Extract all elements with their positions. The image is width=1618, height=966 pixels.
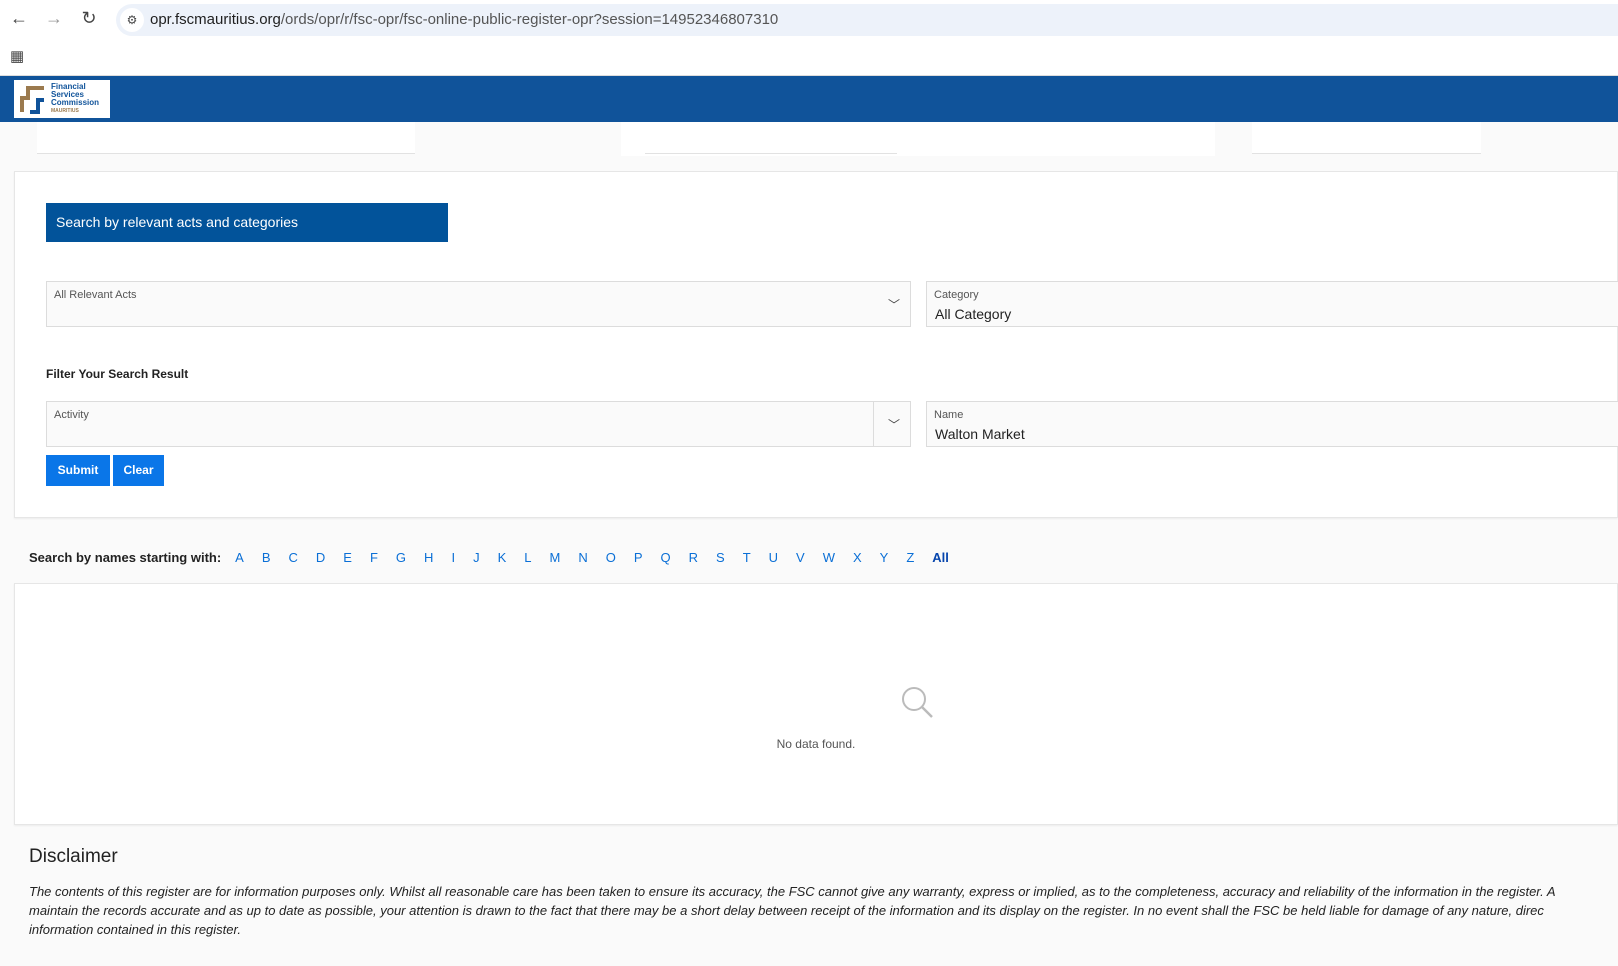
search-icon <box>901 686 935 720</box>
letter-u[interactable]: U <box>769 550 778 565</box>
url-path: /ords/opr/r/fsc-opr/fsc-online-public-re… <box>281 11 778 28</box>
url-host: opr.fscmauritius.org <box>150 11 281 28</box>
letter-o[interactable]: O <box>606 550 616 565</box>
letter-p[interactable]: P <box>634 550 643 565</box>
browser-toolbar: ← → ↻ ⚙ opr.fscmauritius.org/ords/opr/r/… <box>0 0 1618 75</box>
submit-button[interactable]: Submit <box>46 455 110 486</box>
disclaimer-text: maintain the records accurate and as up … <box>29 903 1544 918</box>
divider <box>873 402 874 446</box>
activity-select[interactable]: Activity ﹀ <box>46 401 911 447</box>
results-region: No data found. <box>14 583 1618 825</box>
fsc-logo-mark-icon <box>18 84 48 114</box>
letter-y[interactable]: Y <box>880 550 889 565</box>
fsc-logo[interactable]: FinancialServicesCommissionMAURITIUS <box>14 80 110 118</box>
summary-card <box>645 122 897 154</box>
letter-i[interactable]: I <box>451 550 455 565</box>
disclaimer-text: information contained in this register. <box>29 922 241 937</box>
letter-v[interactable]: V <box>796 550 805 565</box>
no-data-message: No data found. <box>15 737 1617 751</box>
name-input[interactable]: Name Walton Market <box>926 401 1618 447</box>
letter-f[interactable]: F <box>370 550 378 565</box>
letter-d[interactable]: D <box>316 550 325 565</box>
letter-t[interactable]: T <box>743 550 751 565</box>
letter-m[interactable]: M <box>549 550 560 565</box>
letter-s[interactable]: S <box>716 550 725 565</box>
letter-j[interactable]: J <box>473 550 480 565</box>
name-value: Walton Market <box>935 426 1025 442</box>
chevron-down-icon[interactable]: ﹀ <box>888 416 900 433</box>
letter-r[interactable]: R <box>689 550 698 565</box>
filter-title: Filter Your Search Result <box>46 367 188 381</box>
search-banner: Search by relevant acts and categories <box>46 203 448 242</box>
activity-label: Activity <box>54 409 89 421</box>
alphabet-label: Search by names starting with: <box>29 550 221 565</box>
category-select[interactable]: Category All Category <box>926 281 1618 327</box>
logo-text: FinancialServicesCommissionMAURITIUS <box>51 83 99 115</box>
clear-button[interactable]: Clear <box>113 455 164 486</box>
relevant-acts-label: All Relevant Acts <box>54 289 137 301</box>
back-icon[interactable]: ← <box>8 8 30 29</box>
apps-grid-icon[interactable]: ▦ <box>10 47 24 65</box>
letter-b[interactable]: B <box>262 550 271 565</box>
site-settings-icon[interactable]: ⚙ <box>120 8 144 32</box>
letter-k[interactable]: K <box>498 550 507 565</box>
summary-card <box>37 122 415 154</box>
forward-icon[interactable]: → <box>43 8 65 29</box>
letter-all[interactable]: All <box>932 550 949 565</box>
search-region: Search by relevant acts and categories A… <box>14 171 1618 518</box>
disclaimer-text: The contents of this register are for in… <box>29 884 1556 899</box>
summary-card <box>1252 122 1481 154</box>
disclaimer-title: Disclaimer <box>29 846 118 868</box>
letter-q[interactable]: Q <box>661 550 671 565</box>
letter-h[interactable]: H <box>424 550 433 565</box>
category-label: Category <box>934 289 979 301</box>
letter-c[interactable]: C <box>289 550 298 565</box>
letter-n[interactable]: N <box>578 550 587 565</box>
relevant-acts-select[interactable]: All Relevant Acts ﹀ <box>46 281 911 327</box>
address-bar[interactable]: ⚙ opr.fscmauritius.org/ords/opr/r/fsc-op… <box>116 4 1618 36</box>
letter-a[interactable]: A <box>235 550 244 565</box>
letter-e[interactable]: E <box>343 550 352 565</box>
letter-x[interactable]: X <box>853 550 862 565</box>
name-label: Name <box>934 409 963 421</box>
reload-icon[interactable]: ↻ <box>78 8 100 29</box>
page-body: Search by relevant acts and categories A… <box>0 122 1618 966</box>
chevron-down-icon: ﹀ <box>888 296 900 313</box>
letter-w[interactable]: W <box>823 550 835 565</box>
alphabet-filter: Search by names starting with: A B C D E… <box>29 550 958 565</box>
letter-l[interactable]: L <box>524 550 531 565</box>
site-header: FinancialServicesCommissionMAURITIUS <box>0 75 1618 122</box>
letter-g[interactable]: G <box>396 550 406 565</box>
category-value: All Category <box>935 306 1011 322</box>
letter-z[interactable]: Z <box>906 550 914 565</box>
